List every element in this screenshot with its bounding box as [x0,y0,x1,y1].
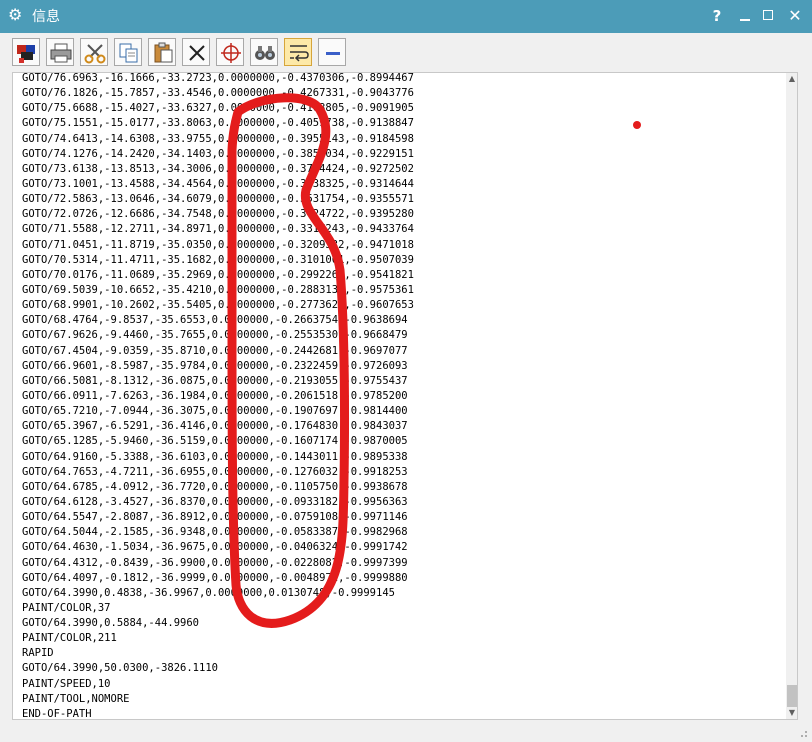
text-line: GOTO/74.1276,-14.2420,-34.1403,0.0000000… [22,147,414,160]
toolbar-paste-button[interactable] [148,38,176,66]
text-line: GOTO/64.3990,50.0300,-3826.1110 [22,662,218,675]
toolbar-delete-button[interactable] [182,38,210,66]
scroll-down-icon[interactable]: ▼ [787,707,797,719]
binoculars-icon [255,46,275,60]
text-line: PAINT/SPEED,10 [22,677,111,690]
text-line: GOTO/64.3990,0.5884,-44.9960 [22,617,200,630]
delete-icon [189,45,205,61]
color-icon [17,45,35,63]
text-line: GOTO/66.5081,-8.1312,-36.0875,0.0000000,… [22,374,408,387]
text-line: GOTO/64.3990,0.4838,-36.9967,0.0000000,0… [22,586,395,599]
toolbar-cut-button[interactable] [80,38,108,66]
toolbar-color-button[interactable] [12,38,40,66]
toolbar-target-button[interactable] [216,38,244,66]
text-line: GOTO/64.6128,-3.4527,-36.8370,0.0000000,… [22,495,408,508]
text-line: GOTO/65.3967,-6.5291,-36.4146,0.0000000,… [22,420,408,433]
text-line: GOTO/64.9160,-5.3388,-36.6103,0.0000000,… [22,450,408,463]
scroll-up-icon[interactable]: ▲ [787,73,797,85]
text-line: GOTO/68.4764,-9.8537,-35.6553,0.0000000,… [22,314,408,327]
maximize-icon [763,10,773,20]
text-line: GOTO/64.4630,-1.5034,-36.9675,0.0000000,… [22,541,408,554]
word-wrap-icon [290,45,309,62]
text-line: GOTO/66.0911,-7.6263,-36.1984,0.0000000,… [22,389,408,402]
scroll-thumb[interactable] [787,685,797,707]
text-line: GOTO/64.5044,-2.1585,-36.9348,0.0000000,… [22,526,408,539]
text-line: GOTO/64.4097,-0.1812,-36.9999,0.0000000,… [22,571,408,584]
text-line: GOTO/76.1826,-15.7857,-33.4546,0.0000000… [22,87,414,100]
minus-icon [326,52,340,55]
close-icon: ✕ [788,6,802,25]
text-line: GOTO/75.1551,-15.0177,-33.8063,0.0000000… [22,117,414,130]
toolbar-wrap-button[interactable] [284,38,312,66]
toolbar-collapse-button[interactable] [318,38,346,66]
close-button[interactable]: ✕ [786,6,804,26]
crosshair-icon [221,43,241,63]
text-line: GOTO/71.0451,-11.8719,-35.0350,0.0000000… [22,238,414,251]
text-line: END-OF-PATH [22,707,92,720]
text-line: GOTO/73.1001,-13.4588,-34.4564,0.0000000… [22,177,414,190]
resize-grip-icon[interactable] [796,726,808,738]
toolbar-print-button[interactable] [46,38,74,66]
text-line: GOTO/70.0176,-11.0689,-35.2969,0.0000000… [22,268,414,281]
text-line: GOTO/64.6785,-4.0912,-36.7720,0.0000000,… [22,480,408,493]
text-line: PAINT/TOOL,NOMORE [22,692,130,705]
copy-icon [119,43,138,63]
minimize-button[interactable] [736,6,754,26]
text-line: GOTO/67.4504,-9.0359,-35.8710,0.0000000,… [22,344,408,357]
toolbar [0,33,812,71]
text-line: GOTO/75.6688,-15.4027,-33.6327,0.0000000… [22,102,414,115]
text-line: GOTO/64.4312,-0.8439,-36.9900,0.0000000,… [22,556,408,569]
text-line: PAINT/COLOR,211 [22,632,117,645]
info-text-area[interactable]: GOTO/76.6963,-16.1666,-33.2723,0.0000000… [12,72,798,720]
text-line: GOTO/64.5547,-2.8087,-36.8912,0.0000000,… [22,511,408,524]
text-line: GOTO/69.5039,-10.6652,-35.4210,0.0000000… [22,283,414,296]
title-bar: ⚙ 信息 ? ✕ [0,0,812,33]
text-lines: GOTO/76.6963,-16.1666,-33.2723,0.0000000… [22,72,762,720]
text-line: GOTO/76.6963,-16.1666,-33.2723,0.0000000… [22,72,414,84]
text-line: GOTO/68.9901,-10.2602,-35.5405,0.0000000… [22,299,414,312]
text-line: GOTO/67.9626,-9.4460,-35.7655,0.0000000,… [22,329,408,342]
paste-icon [154,42,173,63]
text-line: GOTO/64.7653,-4.7211,-36.6955,0.0000000,… [22,465,408,478]
text-line: GOTO/73.6138,-13.8513,-34.3006,0.0000000… [22,162,414,175]
text-line: PAINT/COLOR,37 [22,601,111,614]
toolbar-copy-button[interactable] [114,38,142,66]
maximize-button[interactable] [760,6,778,26]
text-line: GOTO/71.5588,-12.2711,-34.8971,0.0000000… [22,223,414,236]
gear-icon[interactable]: ⚙ [8,6,22,24]
toolbar-find-button[interactable] [250,38,278,66]
text-line: GOTO/65.7210,-7.0944,-36.3075,0.0000000,… [22,405,408,418]
text-line: RAPID [22,647,54,660]
printer-icon [50,43,72,63]
help-button[interactable]: ? [708,6,726,26]
text-line: GOTO/72.0726,-12.6686,-34.7548,0.0000000… [22,208,414,221]
text-line: GOTO/65.1285,-5.9460,-36.5159,0.0000000,… [22,435,408,448]
text-line: GOTO/66.9601,-8.5987,-35.9784,0.0000000,… [22,359,408,372]
scissors-icon [84,44,106,64]
text-line: GOTO/70.5314,-11.4711,-35.1682,0.0000000… [22,253,414,266]
text-line: GOTO/74.6413,-14.6308,-33.9755,0.0000000… [22,132,414,145]
text-line: GOTO/72.5863,-13.0646,-34.6079,0.0000000… [22,193,414,206]
vertical-scrollbar[interactable]: ▲ ▼ [786,73,797,719]
minimize-icon [740,19,750,21]
window-title: 信息 [32,9,60,25]
status-strip [0,720,812,742]
